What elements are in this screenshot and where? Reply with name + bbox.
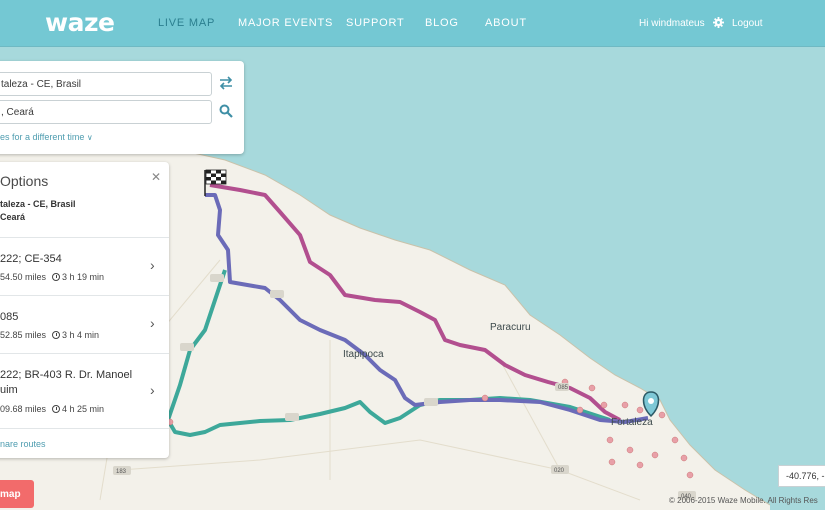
route-name: 222; CE-354 — [0, 253, 62, 265]
copyright-notice: © 2006-2015 Waze Mobile. All Rights Res — [669, 496, 818, 505]
city-label-fortaleza: Fortaleza — [611, 417, 653, 428]
coordinates-readout: -40.776, - — [778, 465, 825, 487]
route-destination-text: Ceará — [0, 212, 26, 222]
clock-icon — [52, 405, 61, 413]
nav-about[interactable]: ABOUT — [485, 17, 527, 29]
chevron-right-icon: › — [150, 382, 155, 398]
city-label-itapipoca: Itapipoca — [343, 349, 384, 360]
city-label-paracuru: Paracuru — [490, 322, 531, 333]
nav-major-events[interactable]: MAJOR EVENTS — [238, 17, 333, 29]
destination-input[interactable]: , Ceará — [0, 100, 212, 124]
route-option-1[interactable]: 222; CE-354 54.50 miles 3 h 19 min › — [0, 237, 169, 295]
svg-text:183: 183 — [116, 469, 127, 475]
route-option-3[interactable]: 222; BR-403 R. Dr. Manoel uim 09.68 mile… — [0, 353, 169, 428]
gear-icon[interactable] — [713, 17, 724, 28]
route-name: 085 — [0, 311, 19, 323]
chevron-down-icon: ∨ — [86, 133, 93, 142]
route-origin-text: taleza - CE, Brasil — [0, 199, 76, 209]
open-map-button[interactable]: map — [0, 480, 34, 508]
clock-icon — [52, 273, 61, 281]
waze-logo[interactable]: waze — [45, 8, 115, 37]
user-greeting: Hi windmateus — [639, 18, 705, 29]
svg-text:020: 020 — [554, 468, 565, 474]
nav-blog[interactable]: BLOG — [425, 17, 459, 29]
route-options-title: Options — [0, 173, 49, 189]
origin-input[interactable]: taleza - CE, Brasil — [0, 72, 212, 96]
search-icon[interactable] — [219, 104, 233, 118]
route-meta: 09.68 miles 4 h 25 min — [0, 404, 105, 414]
logout-link[interactable]: Logout — [732, 18, 763, 29]
route-option-2[interactable]: 085 52.85 miles 3 h 4 min › — [0, 295, 169, 353]
chevron-right-icon: › — [150, 315, 155, 331]
nav-support[interactable]: SUPPORT — [346, 17, 405, 29]
directions-search-panel: taleza - CE, Brasil , Ceará es for a dif… — [0, 61, 244, 154]
swap-arrows-icon[interactable] — [219, 76, 233, 90]
route-options-panel: Options ✕ taleza - CE, Brasil Ceará 222;… — [0, 162, 169, 458]
clock-icon — [52, 331, 61, 339]
leave-later-link[interactable]: es for a different time ∨ — [0, 132, 93, 142]
top-nav-bar: waze LIVE MAP MAJOR EVENTS SUPPORT BLOG … — [0, 0, 825, 47]
svg-text:085: 085 — [558, 385, 569, 391]
route-name: 222; BR-403 R. Dr. Manoel — [0, 369, 133, 381]
more-routes-link[interactable]: nare routes — [0, 428, 169, 458]
route-meta: 52.85 miles 3 h 4 min — [0, 330, 100, 340]
chevron-right-icon: › — [150, 257, 155, 273]
route-meta: 54.50 miles 3 h 19 min — [0, 272, 105, 282]
nav-live-map[interactable]: LIVE MAP — [158, 17, 215, 29]
route-name-continued: uim — [0, 384, 18, 396]
close-icon[interactable]: ✕ — [151, 170, 161, 184]
